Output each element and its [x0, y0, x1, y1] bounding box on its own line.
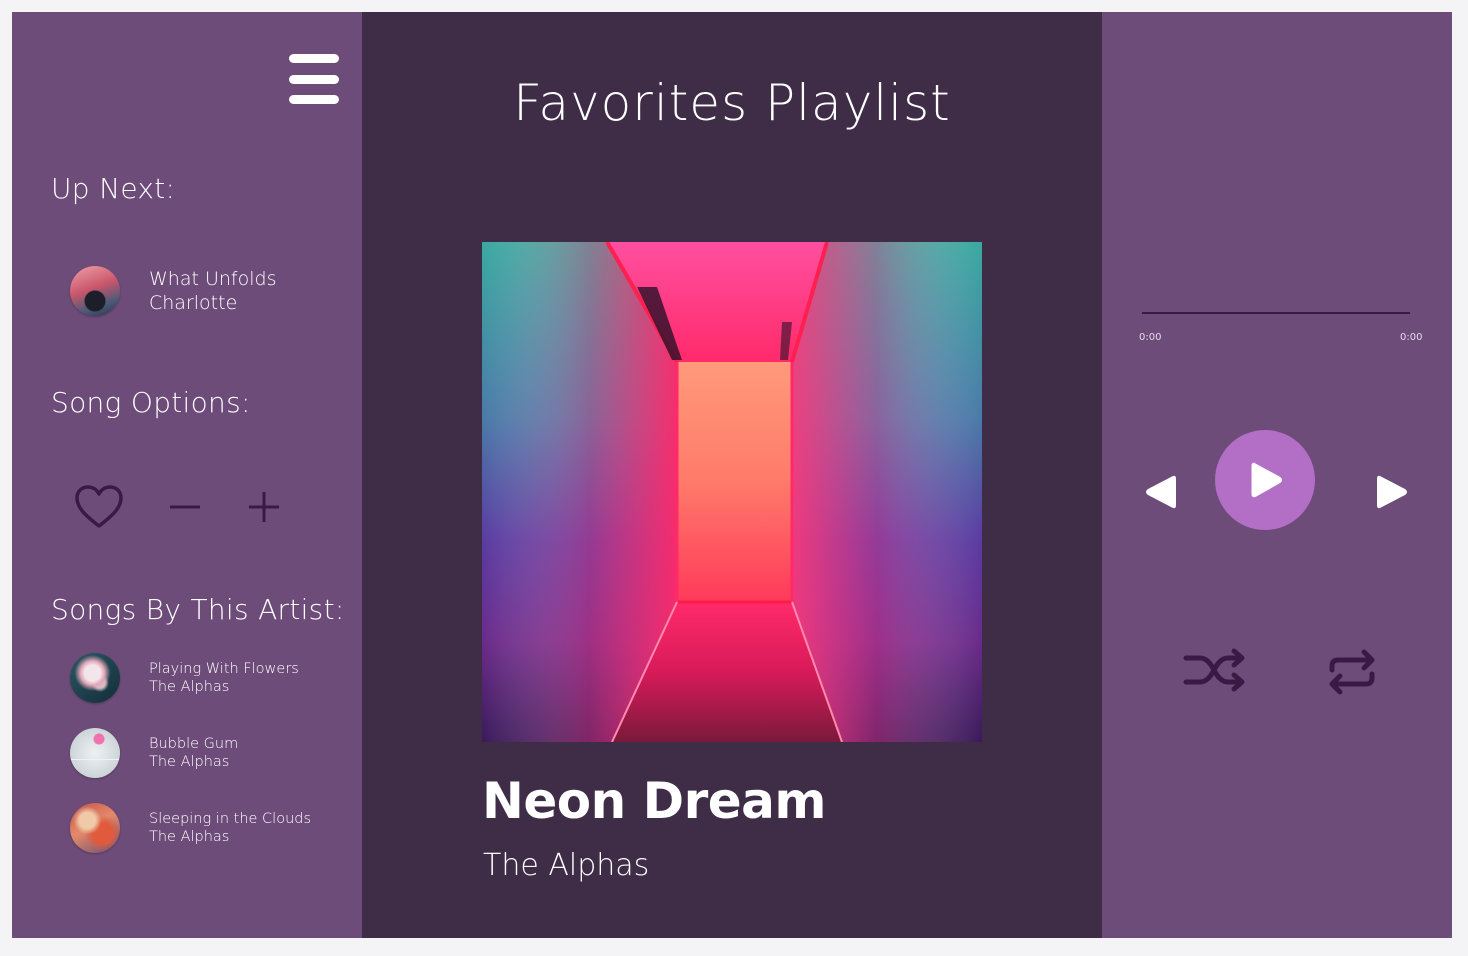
artist-song-item[interactable]: Bubble Gum The Alphas — [70, 728, 238, 778]
artist-song-artist: The Alphas — [149, 754, 230, 770]
artist-song-item[interactable]: Sleeping in the Clouds The Alphas — [70, 803, 311, 853]
repeat-icon[interactable] — [1326, 646, 1378, 702]
left-panel: Up Next: What Unfolds Charlotte Song Opt… — [12, 12, 362, 938]
up-next-song[interactable]: What Unfolds Charlotte — [70, 266, 276, 316]
hamburger-menu-icon[interactable] — [289, 54, 339, 104]
previous-icon[interactable] — [1142, 472, 1178, 516]
plus-icon[interactable] — [247, 490, 281, 528]
album-art — [482, 242, 982, 742]
up-next-artist: Charlotte — [149, 292, 238, 314]
progress-bar[interactable] — [1142, 312, 1410, 314]
now-playing-title: Neon Dream — [482, 772, 827, 830]
heart-icon[interactable] — [74, 484, 124, 534]
artist-song-artist: The Alphas — [149, 679, 230, 695]
time-elapsed: 0:00 — [1139, 332, 1162, 343]
artist-song-title: Sleeping in the Clouds — [149, 811, 312, 827]
artist-song-artist: The Alphas — [149, 829, 230, 845]
up-next-heading: Up Next: — [51, 172, 176, 205]
now-playing-panel: Favorites Playlist Neon Dream The Alphas — [362, 12, 1102, 938]
up-next-thumbnail — [70, 266, 120, 316]
playlist-title: Favorites Playlist — [513, 74, 951, 132]
play-icon — [1251, 462, 1282, 498]
artist-song-item[interactable]: Playing With Flowers The Alphas — [70, 653, 299, 703]
artist-song-thumbnail — [70, 728, 120, 778]
songs-by-artist-heading: Songs By This Artist: — [51, 593, 345, 626]
artist-song-thumbnail — [70, 803, 120, 853]
minus-icon[interactable] — [168, 490, 202, 528]
shuffle-icon[interactable] — [1182, 648, 1248, 698]
time-total: 0:00 — [1400, 332, 1423, 343]
artist-song-title: Playing With Flowers — [149, 661, 299, 677]
song-options-heading: Song Options: — [51, 386, 251, 419]
play-button[interactable] — [1215, 430, 1315, 530]
up-next-title: What Unfolds — [149, 268, 277, 290]
artist-song-title: Bubble Gum — [149, 736, 239, 752]
next-icon[interactable] — [1375, 472, 1411, 516]
artist-song-thumbnail — [70, 653, 120, 703]
now-playing-artist: The Alphas — [483, 848, 650, 883]
